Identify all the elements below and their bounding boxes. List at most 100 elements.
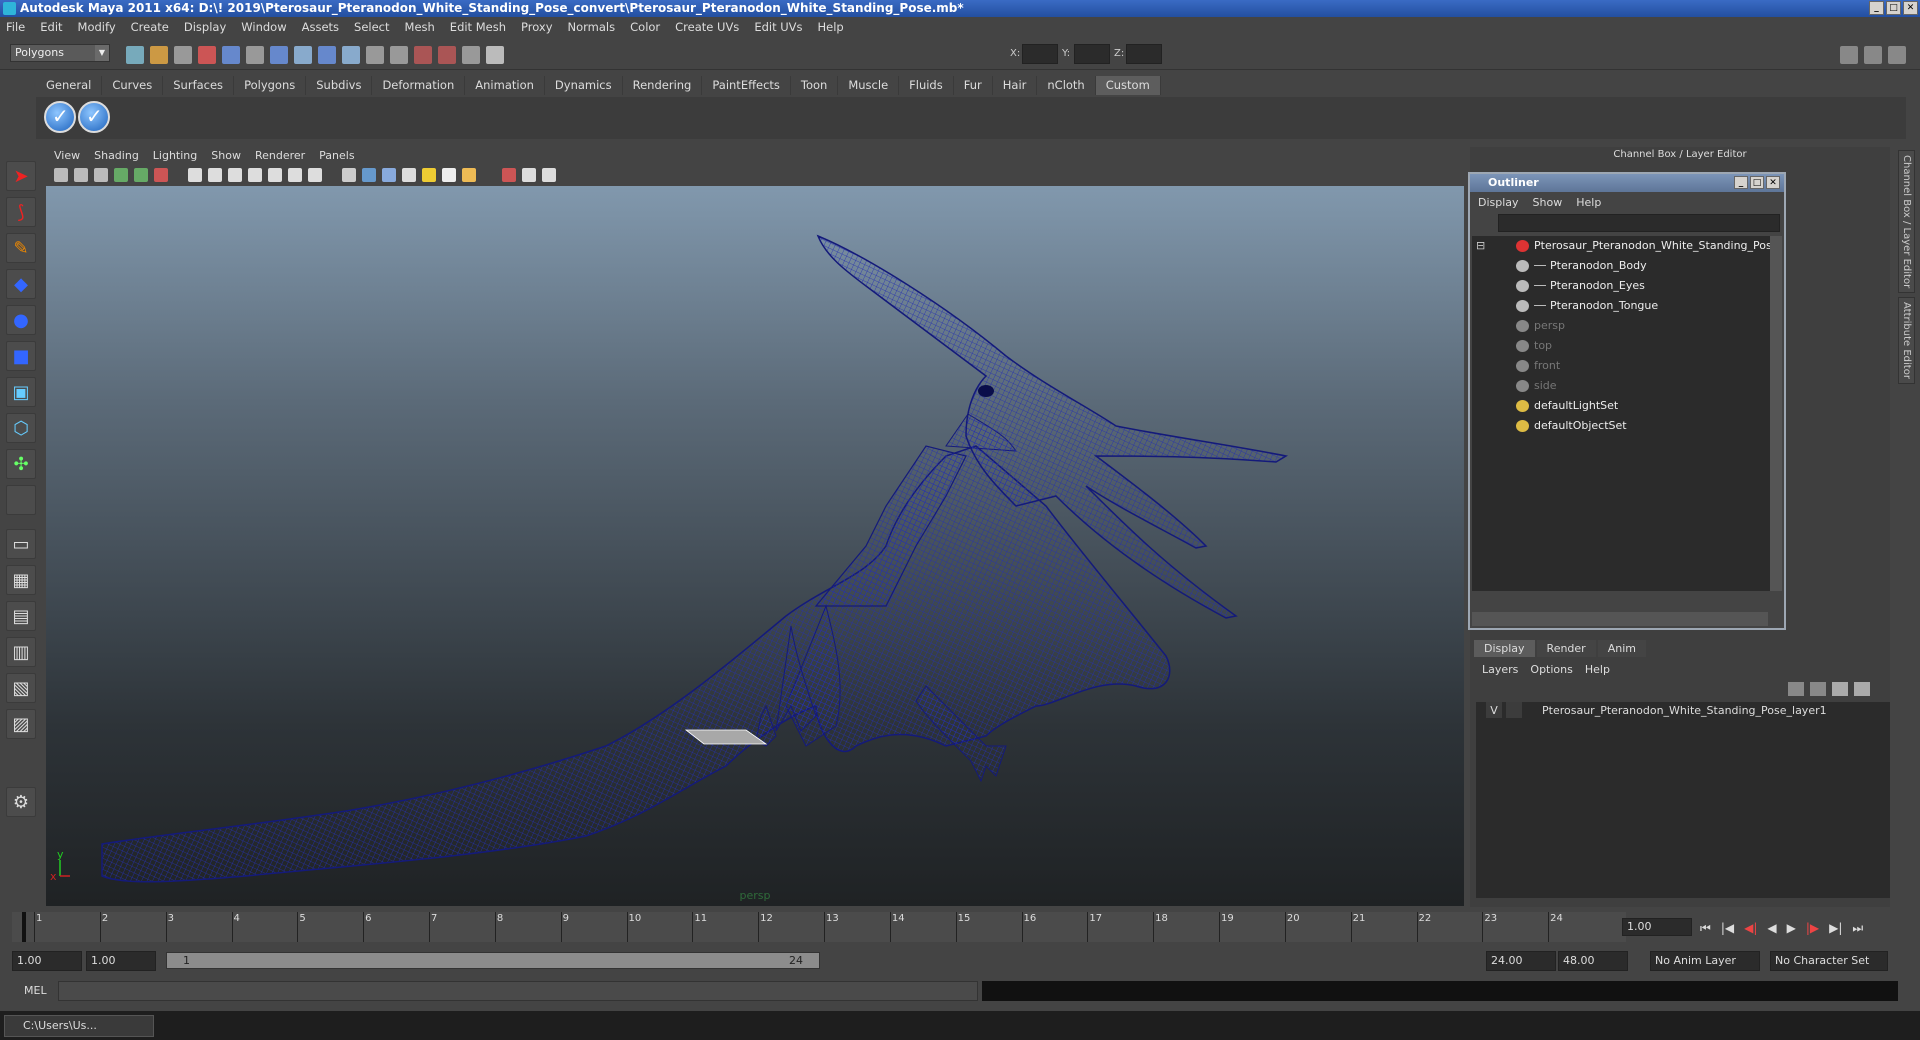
outliner-item[interactable]: top <box>1472 336 1772 356</box>
xray-components-icon[interactable] <box>542 168 556 182</box>
move-up-icon[interactable] <box>1832 682 1848 696</box>
viewport-menu-view[interactable]: View <box>54 149 80 162</box>
outliner-item[interactable]: defaultLightSet <box>1472 396 1772 416</box>
menu-edit[interactable]: Edit <box>40 20 62 34</box>
isolate-select-icon[interactable] <box>462 168 476 182</box>
shelf-tab-polygons[interactable]: Polygons <box>234 76 307 95</box>
select-component-icon[interactable] <box>246 46 264 64</box>
shelf-check-icon-2[interactable] <box>78 101 110 133</box>
shelf-tab-fur[interactable]: Fur <box>953 76 993 95</box>
viewport-menu-shading[interactable]: Shading <box>94 149 139 162</box>
bookmarks-icon[interactable] <box>94 168 108 182</box>
new-scene-icon[interactable] <box>126 46 144 64</box>
xray-icon[interactable] <box>502 168 516 182</box>
layer-menu-options[interactable]: Options <box>1530 663 1572 676</box>
select-hierarchy-icon[interactable] <box>198 46 216 64</box>
outliner-item[interactable]: Pteranodon_Eyes <box>1472 276 1772 296</box>
menu-window[interactable]: Window <box>241 20 286 34</box>
current-frame-field[interactable]: 1.00 <box>1622 918 1692 936</box>
z-field[interactable] <box>1126 44 1162 64</box>
snap-grid-icon[interactable] <box>270 46 288 64</box>
shelf-tab-surfaces[interactable]: Surfaces <box>163 76 235 95</box>
shelf-tab-fluids[interactable]: Fluids <box>899 76 954 95</box>
hypershade-persp-layout-icon[interactable]: ▧ <box>6 673 36 703</box>
script-icon[interactable]: ⚙ <box>6 787 36 817</box>
menu-help[interactable]: Help <box>818 20 844 34</box>
persp-graph-layout-icon[interactable]: ▨ <box>6 709 36 739</box>
viewport-menu-renderer[interactable]: Renderer <box>255 149 305 162</box>
snap-plane-icon[interactable] <box>342 46 360 64</box>
menu-display[interactable]: Display <box>184 20 226 34</box>
menu-create-uvs[interactable]: Create UVs <box>675 20 739 34</box>
outliner-menu-show[interactable]: Show <box>1533 196 1563 209</box>
anim-layer-dropdown[interactable]: No Anim Layer <box>1650 951 1760 971</box>
scale-tool-icon[interactable]: ■ <box>6 341 36 371</box>
graph-persp-layout-icon[interactable]: ▥ <box>6 637 36 667</box>
outliner-horizontal-scrollbar[interactable] <box>1472 612 1768 626</box>
tool-settings-toggle-icon[interactable] <box>1888 46 1906 64</box>
start-time-field[interactable]: 1.00 <box>12 951 82 971</box>
perspective-viewport[interactable]: y x persp <box>46 186 1464 906</box>
close-button[interactable]: ✕ <box>1903 1 1918 15</box>
y-field[interactable] <box>1074 44 1110 64</box>
new-layer-selected-icon[interactable] <box>1810 682 1826 696</box>
range-bar[interactable]: 1 24 <box>166 952 820 969</box>
go-to-end-icon[interactable]: ⏭ <box>1852 921 1863 936</box>
outliner-persp-layout-icon[interactable]: ▤ <box>6 601 36 631</box>
shelf-tab-muscle[interactable]: Muscle <box>838 76 900 95</box>
side-tab-channel-box-layer-editor[interactable]: Channel Box / Layer Editor <box>1898 150 1915 294</box>
outliner-vertical-scrollbar[interactable] <box>1770 236 1782 591</box>
play-backwards-icon[interactable]: ◀ <box>1767 921 1776 935</box>
outliner-item[interactable]: Pteranodon_Tongue <box>1472 296 1772 316</box>
layer-template-toggle[interactable] <box>1506 702 1522 718</box>
save-scene-icon[interactable] <box>174 46 192 64</box>
textured-icon[interactable] <box>402 168 416 182</box>
wireframe-on-shaded-icon[interactable] <box>382 168 396 182</box>
step-forward-frame-icon[interactable]: |▶ <box>1806 921 1819 935</box>
manipulator-tool-icon[interactable]: ▣ <box>6 377 36 407</box>
ipr-render-icon[interactable] <box>438 46 456 64</box>
outliner-maximize-button[interactable]: □ <box>1750 176 1764 189</box>
xray-joints-icon[interactable] <box>522 168 536 182</box>
menu-normals[interactable]: Normals <box>568 20 616 34</box>
menu-proxy[interactable]: Proxy <box>521 20 553 34</box>
layer-tab-render[interactable]: Render <box>1536 640 1596 657</box>
maximize-button[interactable]: □ <box>1886 1 1901 15</box>
outliner-window[interactable]: Outliner _ □ ✕ Display Show Help ⊟ Pterosau… <box>1468 172 1786 630</box>
last-tool-icon[interactable] <box>6 485 36 515</box>
render-frame-icon[interactable] <box>414 46 432 64</box>
go-to-start-icon[interactable]: ⏮ <box>1700 921 1711 936</box>
shelf-tab-toon[interactable]: Toon <box>790 76 839 95</box>
step-forward-key-icon[interactable]: ▶| <box>1829 921 1842 935</box>
end-time-field[interactable]: 48.00 <box>1558 951 1628 971</box>
layer-tab-anim[interactable]: Anim <box>1597 640 1646 657</box>
hypershade-icon[interactable] <box>486 46 504 64</box>
outliner-item[interactable]: Pteranodon_Body <box>1472 256 1772 276</box>
layer-menu-help[interactable]: Help <box>1585 663 1610 676</box>
shelf-tab-ncloth[interactable]: nCloth <box>1037 76 1096 95</box>
viewport-menu-panels[interactable]: Panels <box>319 149 354 162</box>
grid-icon[interactable] <box>188 168 202 182</box>
use-all-lights-icon[interactable] <box>422 168 436 182</box>
attribute-editor-toggle-icon[interactable] <box>1864 46 1882 64</box>
resolution-gate-icon[interactable] <box>228 168 242 182</box>
minimized-window-item[interactable]: C:\Users\Us... <box>4 1015 154 1037</box>
history-icon[interactable] <box>390 46 408 64</box>
shelf-tab-hair[interactable]: Hair <box>992 76 1038 95</box>
wireframe-icon[interactable] <box>342 168 356 182</box>
outliner-item[interactable]: side <box>1472 376 1772 396</box>
menu-set-dropdown[interactable]: Polygons ▼ <box>10 44 110 62</box>
render-settings-icon[interactable] <box>462 46 480 64</box>
move-down-icon[interactable] <box>1854 682 1870 696</box>
shelf-tab-curves[interactable]: Curves <box>102 76 164 95</box>
minimize-button[interactable]: _ <box>1869 1 1884 15</box>
snap-point-icon[interactable] <box>318 46 336 64</box>
current-time-marker[interactable] <box>22 912 26 942</box>
menu-modify[interactable]: Modify <box>78 20 116 34</box>
outliner-item[interactable]: ⊟ Pterosaur_Pteranodon_White_Standing_Pos… <box>1472 236 1779 256</box>
step-back-frame-icon[interactable]: ◀| <box>1744 921 1757 935</box>
menu-select[interactable]: Select <box>354 20 389 34</box>
rotate-tool-icon[interactable]: ● <box>6 305 36 335</box>
snap-curve-icon[interactable] <box>294 46 312 64</box>
layer-tab-display[interactable]: Display <box>1474 640 1535 657</box>
